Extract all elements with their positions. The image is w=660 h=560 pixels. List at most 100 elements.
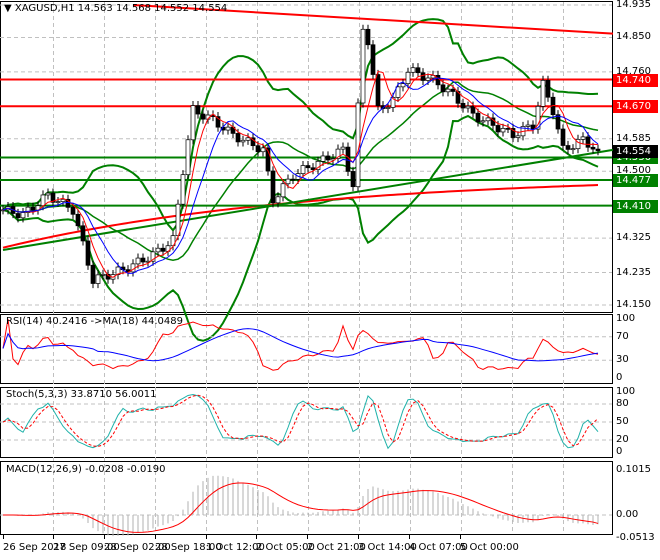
- stoch-tick-label: 0: [616, 446, 623, 457]
- candle-body: [425, 77, 431, 81]
- candle-body: [30, 206, 36, 211]
- candle-body: [240, 139, 246, 143]
- macd-signal-line: [2, 482, 599, 533]
- candle-body: [375, 74, 381, 107]
- price-level-label: 14.670: [613, 100, 658, 114]
- candle-body: [180, 174, 186, 205]
- symbol-header: ▼ XAGUSD,H1 14.563 14.568 14.552 14.554: [4, 3, 227, 14]
- stoch-tick-label: 50: [616, 416, 629, 427]
- candle-body: [70, 207, 76, 215]
- candle-body: [40, 194, 46, 207]
- candle-body: [280, 183, 286, 198]
- time-label: 4 Oct 07:00: [409, 542, 468, 553]
- ohlc-values: 14.563 14.568 14.552 14.554: [77, 3, 228, 14]
- rsi-ma-line: [2, 328, 599, 362]
- candle-body: [500, 128, 506, 133]
- symbol-label: XAGUSD,H1: [14, 3, 75, 14]
- candle-body: [350, 171, 356, 188]
- rsi-tick-label: 100: [616, 313, 636, 324]
- candle-body: [320, 155, 326, 162]
- candle-body: [555, 114, 561, 130]
- candle-body: [415, 67, 421, 74]
- candle-body: [285, 178, 291, 185]
- candle-body: [90, 264, 96, 284]
- price-tick-label: 14.150: [616, 299, 651, 310]
- price-tick-label: 14.585: [616, 132, 651, 144]
- candle-body: [100, 273, 106, 276]
- candle-body: [595, 148, 601, 151]
- candle-body: [60, 198, 66, 202]
- candle-body: [245, 137, 251, 141]
- dropdown-triangle-icon[interactable]: ▼: [4, 3, 12, 14]
- candle-body: [360, 28, 366, 104]
- candle-body: [545, 80, 551, 98]
- candle-body: [185, 139, 191, 176]
- rsi-tick-label: 30: [616, 354, 629, 366]
- candle-body: [540, 80, 546, 107]
- candle-body: [585, 136, 591, 148]
- candle-body: [495, 125, 501, 133]
- candle-body: [340, 146, 346, 150]
- rsi-label: RSI(14) 40.2416 ->MA(18) 44.0489: [6, 316, 183, 327]
- candle-body: [400, 83, 406, 88]
- candle-body: [275, 196, 281, 204]
- candle-body: [255, 145, 261, 153]
- candle-body: [95, 274, 101, 284]
- rsi-tick-label: 0: [616, 372, 623, 383]
- macd-tick-label: 0.1015: [616, 464, 651, 475]
- stoch-tick-label: 100: [616, 386, 636, 397]
- candle-body: [370, 44, 376, 75]
- candle-body: [85, 240, 91, 266]
- candle-body: [505, 128, 511, 130]
- candle-body: [20, 212, 26, 219]
- chart-window[interactable]: ▼ XAGUSD,H1 14.563 14.568 14.552 14.554 …: [0, 0, 660, 560]
- candle-body: [200, 113, 206, 120]
- candle-body: [560, 128, 566, 146]
- candle-body: [155, 247, 161, 253]
- candle-body: [55, 201, 61, 203]
- candle-body: [460, 102, 466, 109]
- stoch-label: Stoch(5,3,3) 33.8710 56.0011: [6, 389, 157, 400]
- candle-body: [80, 225, 86, 242]
- candle-body: [305, 165, 311, 169]
- candle-body: [440, 84, 446, 93]
- candle-body: [420, 72, 426, 81]
- bollinger-upper: [2, 18, 599, 232]
- candle-body: [475, 112, 481, 123]
- candle-body: [190, 105, 196, 141]
- candle-body: [515, 135, 521, 138]
- price-tick-label: 14.850: [616, 31, 651, 43]
- candle-body: [45, 192, 51, 196]
- candle-body: [480, 120, 486, 123]
- time-label: 2 Oct 05:00: [256, 542, 315, 553]
- candle-body: [135, 257, 141, 265]
- time-label: 5 Oct 00:00: [460, 542, 519, 553]
- candle-body: [580, 136, 586, 140]
- price-tick-label: 14.935: [616, 0, 651, 10]
- current-price-label: 14.554: [613, 144, 658, 158]
- candle-body: [470, 105, 476, 114]
- candle-body: [15, 213, 21, 219]
- candle-body: [0, 209, 6, 212]
- candle-body: [365, 28, 371, 46]
- rsi-tick-label: 70: [616, 330, 629, 342]
- candle-body: [565, 145, 571, 150]
- candle-body: [410, 67, 416, 73]
- price-level-label: 14.477: [613, 174, 658, 188]
- candle-body: [405, 71, 411, 85]
- candle-body: [140, 257, 146, 263]
- price-tick-label: 14.325: [616, 232, 651, 244]
- candle-body: [590, 146, 596, 150]
- price-tick-label: 14.235: [616, 266, 651, 278]
- candle-body: [225, 126, 231, 131]
- chart-canvas[interactable]: [0, 0, 660, 560]
- candle-body: [450, 88, 456, 92]
- candle-body: [270, 170, 276, 204]
- candle-body: [485, 117, 491, 122]
- stoch-tick-label: 80: [616, 398, 629, 409]
- candle-body: [290, 178, 296, 181]
- candle-body: [195, 105, 201, 115]
- price-level-label: 14.410: [613, 199, 658, 213]
- candle-body: [325, 155, 331, 161]
- macd-tick-label: -0.0513: [616, 531, 655, 543]
